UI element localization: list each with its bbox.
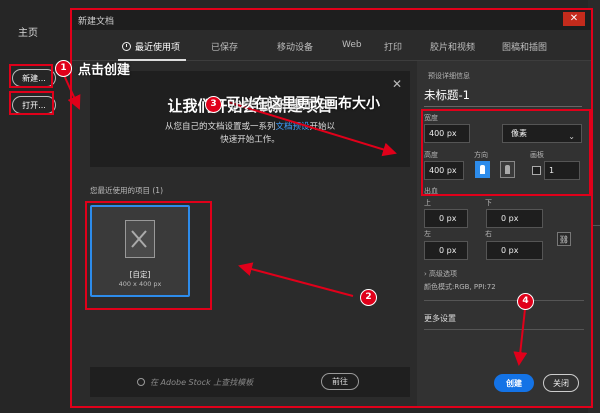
highlight-recent-tile — [85, 201, 212, 310]
divider — [424, 329, 584, 330]
tab-film-video[interactable]: 胶片和视频 — [430, 40, 475, 53]
welcome-text-part1: 从您自己的文档设置或一系列 — [164, 122, 276, 132]
dialog-title: 新建文档 — [78, 17, 115, 27]
welcome-banner: ✕ 让我们开始尝试新建项目 从您自己的文档设置或一系列文档预设开始以 快速开始工… — [90, 71, 410, 167]
tab-web[interactable]: Web — [342, 40, 362, 50]
close-button[interactable]: 关闭 — [543, 374, 579, 392]
stock-search-input[interactable]: 在 Adobe Stock 上查找模板 — [150, 377, 253, 388]
link-bleed-icon[interactable]: ⛓ — [557, 232, 571, 246]
tab-saved[interactable]: 已保存 — [211, 40, 238, 53]
home-title: 主页 — [18, 28, 38, 39]
step-3-note: 可以在这里更改画布大小 — [226, 96, 380, 112]
create-button[interactable]: 创建 — [494, 374, 534, 392]
go-button[interactable]: 前往 — [321, 373, 359, 390]
welcome-text-part2: 开始以 — [309, 122, 336, 132]
banner-close-icon[interactable]: ✕ — [392, 77, 402, 91]
color-mode-summary: 颜色模式:RGB, PPI:72 — [424, 283, 496, 291]
more-settings-link[interactable]: 更多设置 — [424, 313, 456, 324]
welcome-text-line2: 快速开始工作。 — [220, 135, 280, 145]
name-underline — [424, 106, 582, 107]
step-2-badge: 2 — [360, 289, 377, 306]
right-bleed-input[interactable]: 0 px — [486, 241, 543, 260]
left-bleed-label: 左 — [424, 230, 431, 238]
bottom-bleed-input[interactable]: 0 px — [486, 209, 543, 228]
document-name[interactable]: 未标题-1 — [424, 87, 470, 103]
bottom-bleed-label: 下 — [485, 199, 492, 207]
step-4-badge: 4 — [517, 293, 534, 310]
document-presets-link[interactable]: 文档预设 — [275, 122, 309, 132]
top-bleed-label: 上 — [424, 199, 431, 207]
stock-search-bar: 在 Adobe Stock 上查找模板 前往 — [90, 367, 410, 397]
highlight-size-fields — [421, 109, 591, 196]
tab-recent-label: 最近使用项 — [135, 43, 181, 53]
right-bleed-label: 右 — [485, 230, 492, 238]
step-1-note: 点击创建 — [78, 63, 131, 78]
tab-recent[interactable]: 最近使用项 — [122, 40, 180, 53]
tab-art-illustration[interactable]: 图稿和插图 — [502, 40, 547, 53]
new-document-dialog: 新建文档 ✕ 最近使用项 已保存 移动设备 Web 打印 胶片和视频 图稿和插图… — [70, 8, 593, 408]
advanced-options-toggle[interactable]: › 高级选项 — [424, 269, 457, 279]
clock-icon — [122, 42, 131, 51]
tab-mobile[interactable]: 移动设备 — [277, 40, 313, 53]
tab-print[interactable]: 打印 — [384, 40, 402, 53]
window-close-button[interactable]: ✕ — [563, 12, 585, 26]
highlight-new-button — [9, 64, 53, 88]
highlight-open-button — [9, 91, 54, 115]
dialog-titlebar: 新建文档 ✕ — [72, 10, 591, 30]
divider — [424, 300, 584, 301]
recent-items-label: 您最近使用的项目 (1) — [90, 186, 164, 195]
welcome-text: 从您自己的文档设置或一系列文档预设开始以 快速开始工作。 — [90, 121, 410, 147]
step-3-badge: 3 — [205, 96, 222, 113]
preset-details-header: 预设详细信息 — [428, 72, 470, 80]
left-bleed-input[interactable]: 0 px — [424, 241, 468, 260]
screen: 主页 新建... 打开... 新建文档 ✕ 最近使用项 已保存 移动设备 Web… — [0, 0, 600, 413]
advanced-options-label: 高级选项 — [429, 270, 458, 278]
preset-tabs: 最近使用项 已保存 移动设备 Web 打印 胶片和视频 图稿和插图 — [72, 31, 591, 61]
step-1-badge: 1 — [55, 60, 72, 77]
search-icon — [137, 378, 145, 386]
top-bleed-input[interactable]: 0 px — [424, 209, 468, 228]
